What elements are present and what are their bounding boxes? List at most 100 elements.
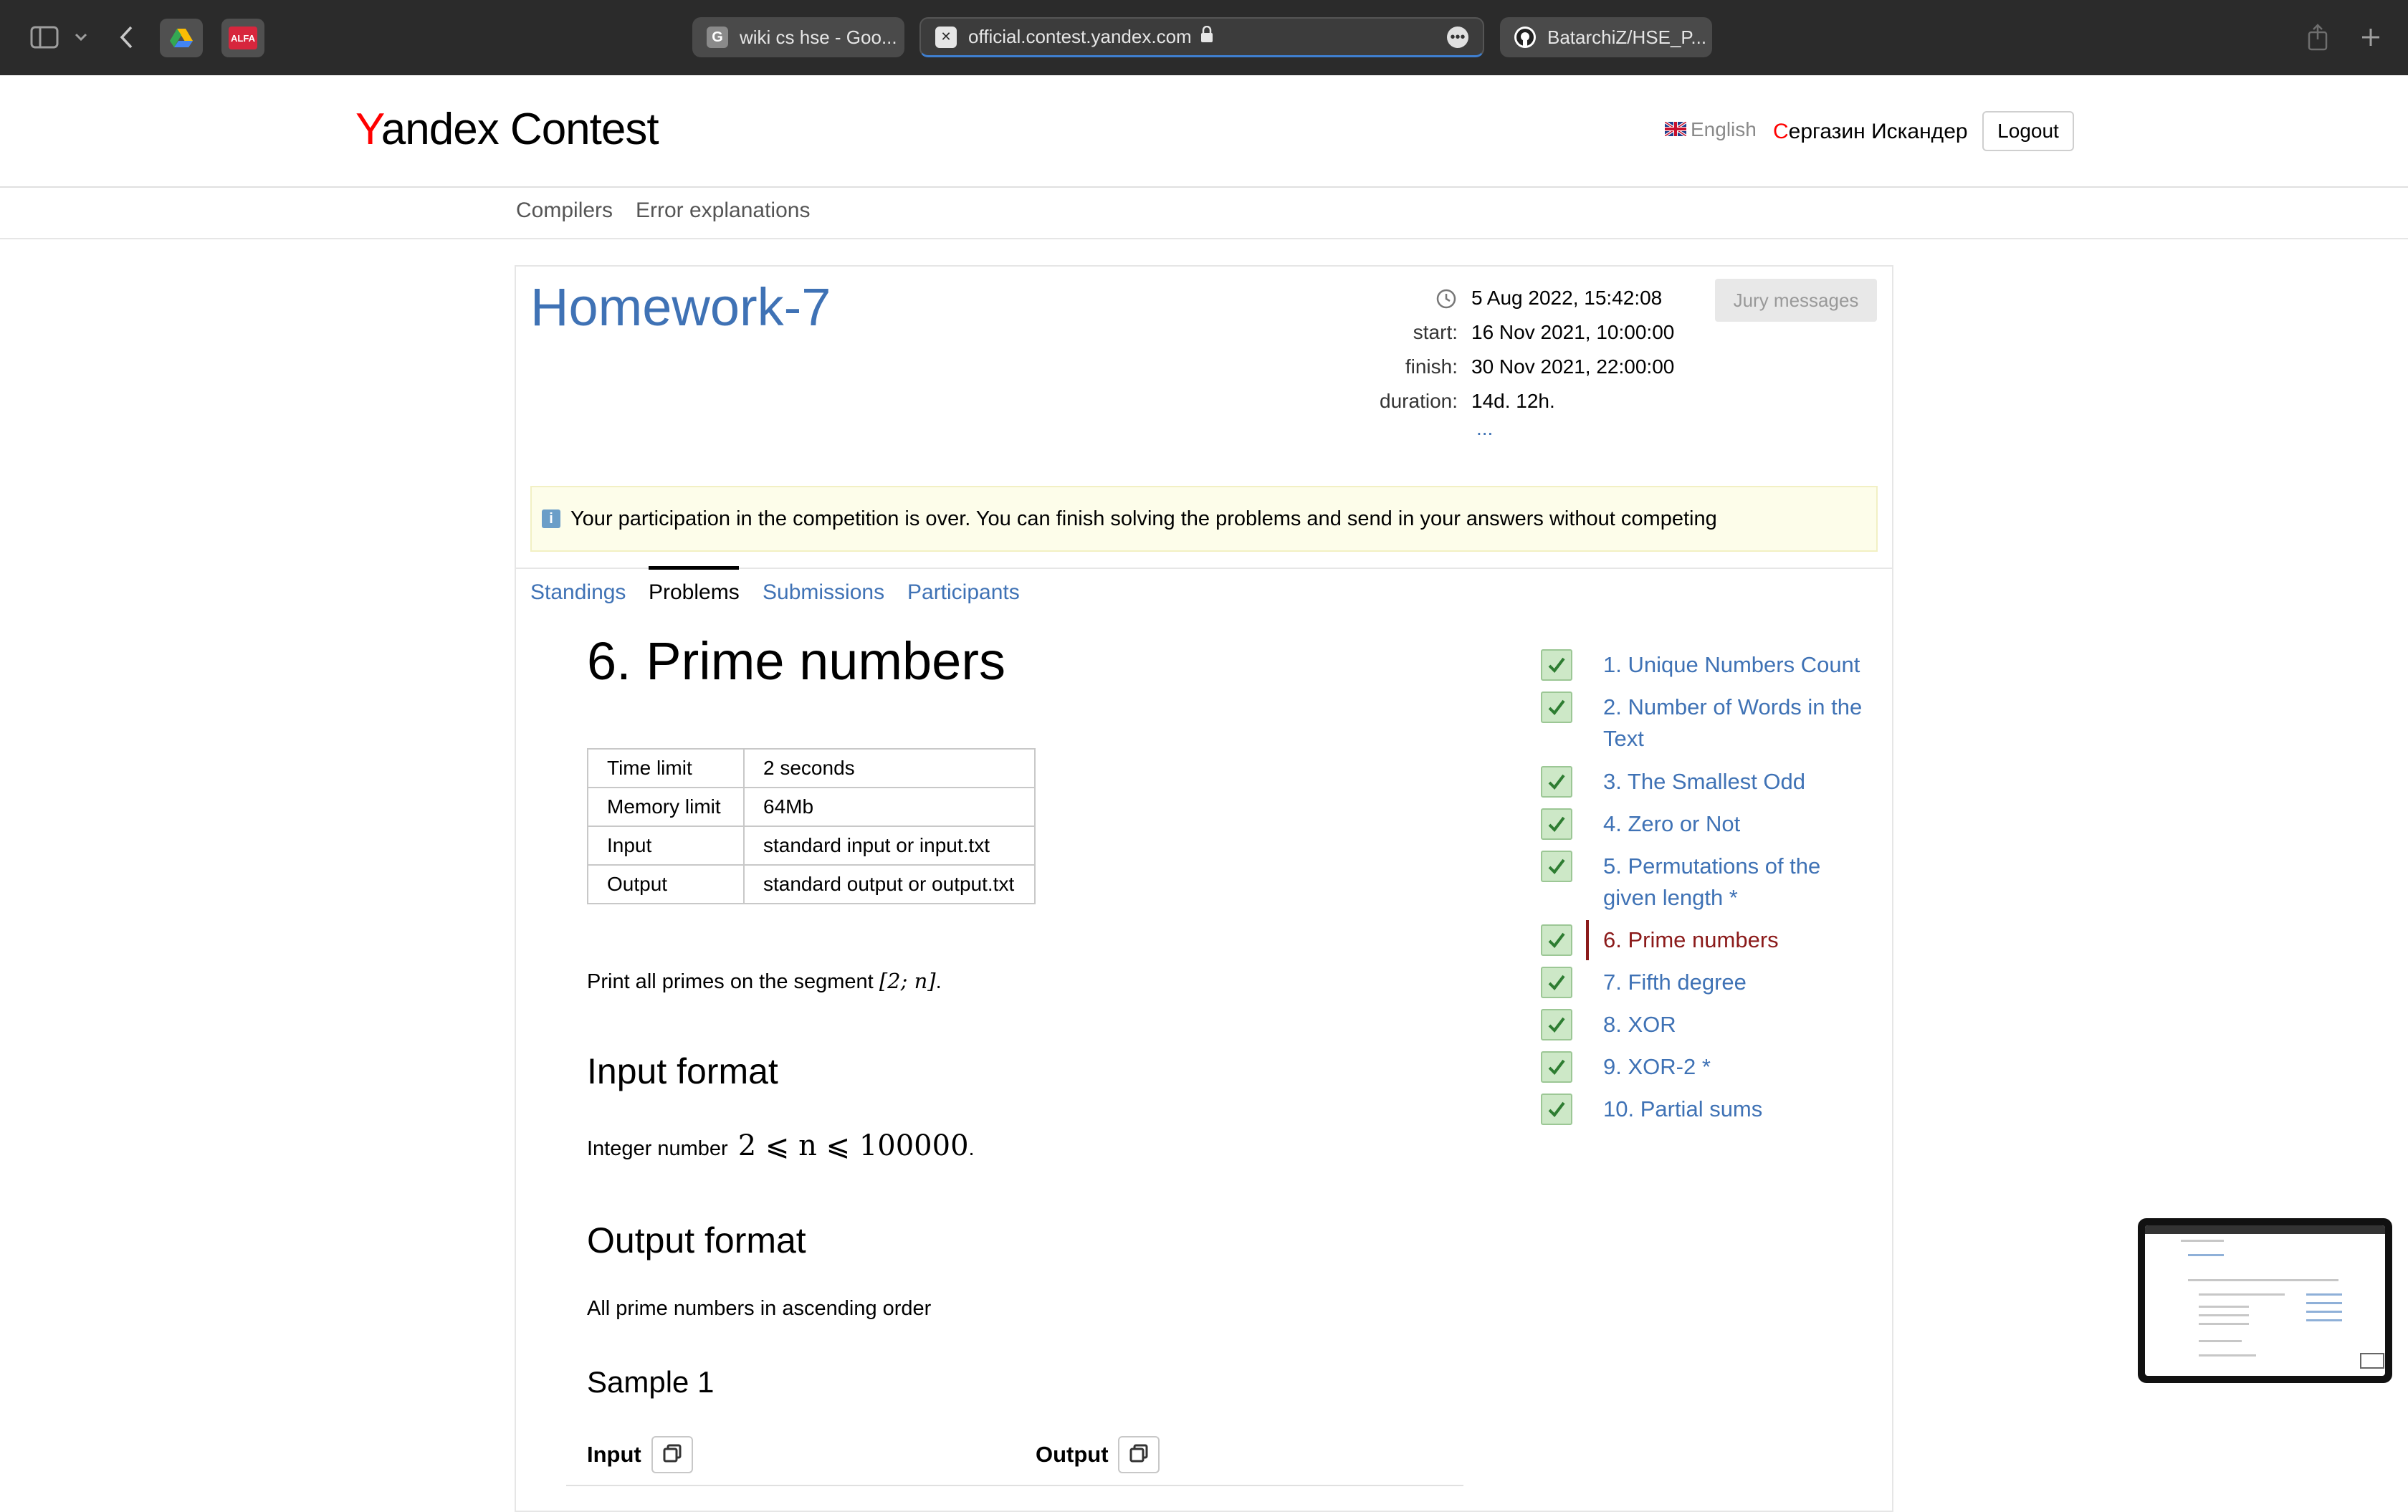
tab-github[interactable]: BatarchiZ/HSE_P... [1500, 17, 1712, 57]
screenshot-thumbnail[interactable] [2138, 1218, 2392, 1383]
tab-standings[interactable]: Standings [530, 580, 626, 605]
language-label: English [1691, 118, 1757, 140]
limit-name: Input [587, 826, 745, 866]
sidebar-toggle-icon[interactable] [27, 19, 62, 56]
output-format-heading: Output format [587, 1220, 806, 1260]
checkmark-icon [1541, 649, 1572, 681]
checkmark-icon [1541, 924, 1572, 956]
problem-link[interactable]: 8. XOR [1603, 1009, 1876, 1040]
problem-link[interactable]: 9. XOR-2 * [1603, 1051, 1876, 1083]
tab-label: BatarchiZ/HSE_P... [1547, 26, 1707, 48]
copy-icon [1129, 1443, 1149, 1467]
thumbnail-preview [2145, 1225, 2385, 1376]
active-problem-indicator [1586, 920, 1589, 960]
sample-divider [566, 1485, 1463, 1486]
tab-label: official.contest.yandex.com [968, 26, 1192, 47]
checkmark-icon [1541, 692, 1572, 723]
input-format-heading: Input format [587, 1051, 778, 1091]
copy-output-button[interactable] [1118, 1436, 1160, 1473]
tab-contest[interactable]: ✕ official.contest.yandex.com ••• [919, 17, 1484, 57]
user-name[interactable]: Сергазин Искандер [1773, 120, 1968, 144]
back-icon[interactable] [113, 19, 139, 56]
limit-name: Memory limit [587, 787, 745, 827]
table-row: Time limit 2 seconds [587, 748, 1036, 788]
checkmark-icon [1541, 851, 1572, 882]
duration-value: 14d. 12h. [1471, 390, 1555, 412]
tab-label: wiki cs hse - Goo... [740, 26, 897, 48]
checkmark-icon [1541, 766, 1572, 798]
logout-button[interactable]: Logout [1982, 111, 2074, 151]
user-name-rest: ергазин Искандер [1788, 120, 1968, 143]
contest-title[interactable]: Homework-7 [530, 277, 831, 338]
table-row: Input standard input or input.txt [587, 826, 1036, 866]
problem-link[interactable]: 7. Fifth degree [1603, 967, 1876, 998]
limit-name: Output [587, 864, 745, 904]
info-icon: i [542, 509, 560, 528]
chevron-down-icon[interactable] [70, 19, 92, 56]
google-favicon-icon: G [707, 27, 728, 48]
checkmark-icon [1541, 967, 1572, 998]
sample-heading: Sample 1 [587, 1365, 715, 1399]
yandex-favicon-icon: ✕ [935, 26, 957, 48]
problem-title: 6. Prime numbers [587, 631, 1005, 691]
github-icon [1514, 27, 1536, 48]
problem-link[interactable]: 5. Permutations of the given length * [1603, 851, 1876, 914]
problem-link[interactable]: 3. The Smallest Odd [1603, 766, 1876, 798]
lock-icon [1200, 25, 1213, 48]
error-explanations-link[interactable]: Error explanations [636, 198, 810, 223]
limits-table: Time limit 2 seconds Memory limit 64Mb Inp… [587, 748, 1036, 904]
alfa-extension-icon[interactable]: ALFA [221, 19, 264, 57]
limit-value: 64Mb [743, 787, 1036, 827]
problem-link[interactable]: 4. Zero or Not [1603, 808, 1876, 840]
statement-suffix: . [935, 970, 942, 993]
finish-label: finish: [1405, 355, 1458, 378]
problem-link[interactable]: 6. Prime numbers [1603, 924, 1876, 956]
checkmark-icon [1541, 1051, 1572, 1083]
language-switcher[interactable]: English [1663, 118, 1757, 141]
share-icon[interactable] [2305, 19, 2331, 56]
statement-math: [2; n] [879, 969, 936, 993]
limit-value: 2 seconds [743, 748, 1036, 788]
tab-wiki[interactable]: G wiki cs hse - Goo... [692, 17, 904, 57]
user-initial: С [1773, 120, 1789, 143]
checkmark-icon [1541, 1009, 1572, 1040]
checkmark-icon [1541, 1094, 1572, 1125]
clock-icon [1435, 288, 1457, 313]
tab-submissions[interactable]: Submissions [763, 580, 884, 605]
limit-name: Time limit [587, 748, 745, 788]
limit-value: standard output or output.txt [743, 864, 1036, 904]
statement-text: Print all primes on the segment [587, 970, 874, 993]
current-time: 5 Aug 2022, 15:42:08 [1471, 287, 1663, 309]
yandex-contest-logo[interactable]: Yandex Contest [355, 104, 659, 155]
input-text: Integer number [587, 1137, 728, 1160]
problem-link[interactable]: 1. Unique Numbers Count [1603, 649, 1876, 681]
jury-messages-button[interactable]: Jury messages [1715, 279, 1877, 322]
limit-value: standard input or input.txt [743, 826, 1036, 866]
tab-participants[interactable]: Participants [907, 580, 1020, 605]
output-format-text: All prime numbers in ascending order [587, 1297, 932, 1320]
start-label: start: [1413, 321, 1458, 343]
google-drive-icon[interactable] [160, 19, 203, 57]
copy-icon [662, 1443, 682, 1467]
input-math: 2 ⩽ n ⩽ 100000 [737, 1129, 969, 1162]
table-row: Output standard output or output.txt [587, 864, 1036, 904]
more-options-icon[interactable]: ••• [1447, 26, 1468, 48]
compilers-link[interactable]: Compilers [516, 198, 613, 223]
logo-text: andex Contest [381, 105, 659, 154]
input-suffix: . [968, 1137, 975, 1160]
sample-input-label: Input [587, 1442, 641, 1467]
site-header: Yandex Contest English Сергазин Искандер… [0, 75, 2408, 188]
copy-input-button[interactable] [651, 1436, 693, 1473]
problem-link[interactable]: 10. Partial sums [1603, 1094, 1876, 1125]
finish-value: 30 Nov 2021, 22:00:00 [1471, 355, 1675, 378]
new-tab-icon[interactable] [2358, 19, 2384, 56]
problem-link[interactable]: 2. Number of Words in the Text [1603, 692, 1876, 755]
problem-statement: Print all primes on the segment [2; n]. [587, 969, 942, 994]
notice-text: Your participation in the competition is… [570, 507, 1717, 530]
secondary-nav: Compilers Error explanations [0, 188, 2408, 239]
input-format-text: Integer number 2 ⩽ n ⩽ 100000. [587, 1129, 975, 1162]
participation-notice: i Your participation in the competition … [530, 486, 1878, 552]
more-info-link[interactable]: ... [1476, 417, 1493, 440]
tab-problems[interactable]: Problems [649, 580, 740, 605]
alfa-label: ALFA [229, 27, 257, 49]
